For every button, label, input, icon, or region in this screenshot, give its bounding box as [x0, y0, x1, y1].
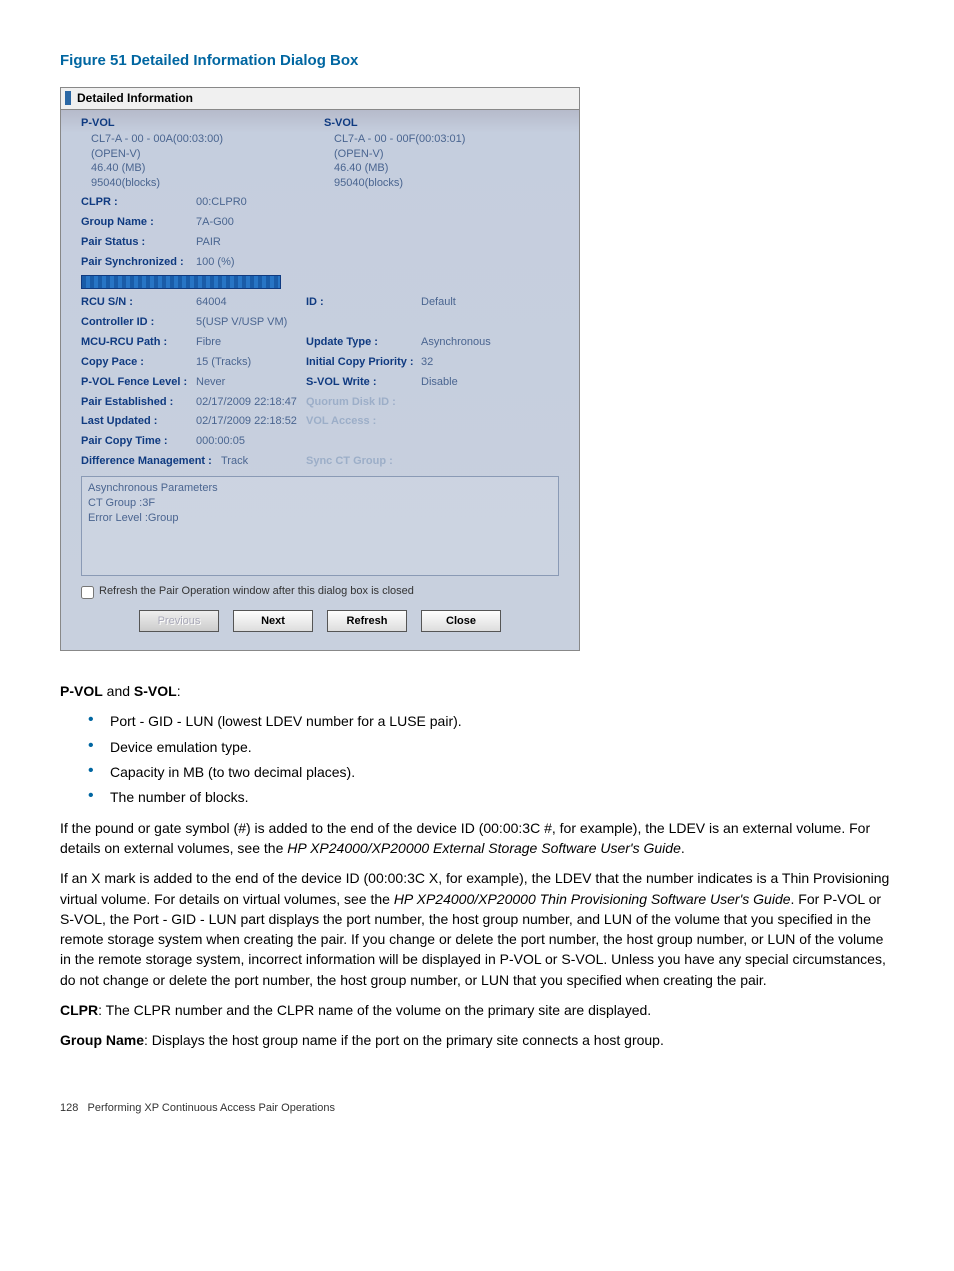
- refresh-checkbox[interactable]: [81, 586, 94, 599]
- title-marker-icon: [65, 91, 71, 105]
- mcu-rcu-path-label: MCU-RCU Path :: [81, 335, 196, 351]
- pvol-bold: P-VOL: [60, 683, 103, 699]
- pvol-and: and: [103, 683, 134, 699]
- svol-line4: 95040(blocks): [324, 176, 559, 191]
- footer-text: Performing XP Continuous Access Pair Ope…: [88, 1102, 335, 1114]
- dialog-content: P-VOL CL7-A - 00 - 00A(00:03:00) (OPEN-V…: [61, 110, 579, 632]
- previous-button: Previous: [139, 610, 219, 632]
- pvol-line2: (OPEN-V): [81, 147, 320, 162]
- controller-id-value: 5(USP V/USP VM): [196, 315, 306, 331]
- async-line1: Asynchronous Parameters: [88, 481, 552, 496]
- pvol-line4: 95040(blocks): [81, 176, 320, 191]
- async-parameters-box: Asynchronous Parameters CT Group :3F Err…: [81, 476, 559, 576]
- quorum-disk-id-label: Quorum Disk ID :: [306, 395, 421, 411]
- close-button[interactable]: Close: [421, 610, 501, 632]
- rcu-sn-value: 64004: [196, 295, 306, 311]
- figure-caption: Figure 51 Detailed Information Dialog Bo…: [60, 50, 894, 72]
- sync-progress-bar: [81, 275, 559, 289]
- group-name-para: Group Name: Displays the host group name…: [60, 1030, 894, 1050]
- async-line2: CT Group :3F: [88, 496, 552, 511]
- pvol-svol-heading: P-VOL and S-VOL:: [60, 681, 894, 701]
- dialog-title: Detailed Information: [77, 90, 193, 107]
- title-bar: Detailed Information: [61, 88, 579, 110]
- para1c: .: [681, 840, 685, 856]
- group-name-value: 7A-G00: [196, 215, 306, 231]
- svol-line2: (OPEN-V): [324, 147, 559, 162]
- initial-copy-priority-value: 32: [421, 355, 511, 371]
- volume-header-row: P-VOL CL7-A - 00 - 00A(00:03:00) (OPEN-V…: [81, 116, 559, 191]
- svol-line3: 46.40 (MB): [324, 161, 559, 176]
- group-name-label: Group Name :: [81, 215, 196, 231]
- para1b-italic: HP XP24000/XP20000 External Storage Soft…: [287, 840, 681, 856]
- pvol-svol-bullets: Port - GID - LUN (lowest LDEV number for…: [84, 711, 894, 807]
- id-label: ID :: [306, 295, 421, 311]
- progress-bar-icon: [81, 275, 281, 289]
- pair-sync-value: 100 (%): [196, 255, 306, 271]
- pair-copy-time-value: 000:00:05: [196, 434, 306, 450]
- sync-ct-group-label: Sync CT Group :: [306, 454, 421, 470]
- mcu-rcu-path-value: Fibre: [196, 335, 306, 351]
- svol-bold: S-VOL: [134, 683, 177, 699]
- list-item: Device emulation type.: [84, 737, 894, 757]
- svol-write-value: Disable: [421, 375, 511, 391]
- pair-sync-label: Pair Synchronized :: [81, 255, 196, 271]
- page-number: 128: [60, 1102, 78, 1114]
- detailed-information-dialog: Detailed Information P-VOL CL7-A - 00 - …: [60, 87, 580, 651]
- last-updated-value: 02/17/2009 22:18:52: [196, 414, 306, 430]
- clpr-label: CLPR :: [81, 195, 196, 211]
- button-row: Previous Next Refresh Close: [81, 610, 559, 632]
- external-volume-para: If the pound or gate symbol (#) is added…: [60, 818, 894, 859]
- async-line3: Error Level :Group: [88, 511, 552, 526]
- next-button[interactable]: Next: [233, 610, 313, 632]
- id-value: Default: [421, 295, 511, 311]
- diff-management-label: Difference Management :: [81, 454, 221, 470]
- copy-pace-value: 15 (Tracks): [196, 355, 306, 371]
- pair-established-label: Pair Established :: [81, 395, 196, 411]
- refresh-button[interactable]: Refresh: [327, 610, 407, 632]
- svol-line1: CL7-A - 00 - 00F(00:03:01): [324, 132, 559, 147]
- group-name-text: : Displays the host group name if the po…: [144, 1032, 664, 1048]
- pair-established-value: 02/17/2009 22:18:47: [196, 395, 306, 411]
- update-type-value: Asynchronous: [421, 335, 511, 351]
- pvol-line3: 46.40 (MB): [81, 161, 320, 176]
- initial-copy-priority-label: Initial Copy Priority :: [306, 355, 421, 371]
- rcu-sn-label: RCU S/N :: [81, 295, 196, 311]
- pair-status-value: PAIR: [196, 235, 306, 251]
- list-item: The number of blocks.: [84, 787, 894, 807]
- pvol-line1: CL7-A - 00 - 00A(00:03:00): [81, 132, 320, 147]
- page-footer: 128 Performing XP Continuous Access Pair…: [60, 1101, 894, 1117]
- svol-label: S-VOL: [324, 116, 559, 132]
- clpr-value: 00:CLPR0: [196, 195, 306, 211]
- controller-id-label: Controller ID :: [81, 315, 196, 331]
- refresh-checkbox-label: Refresh the Pair Operation window after …: [99, 584, 414, 600]
- para2b-italic: HP XP24000/XP20000 Thin Provisioning Sof…: [394, 891, 791, 907]
- list-item: Capacity in MB (to two decimal places).: [84, 762, 894, 782]
- diff-management-value: Track: [221, 454, 306, 470]
- svol-write-label: S-VOL Write :: [306, 375, 421, 391]
- last-updated-label: Last Updated :: [81, 414, 196, 430]
- pair-copy-time-label: Pair Copy Time :: [81, 434, 196, 450]
- thin-provisioning-para: If an X mark is added to the end of the …: [60, 868, 894, 990]
- refresh-checkbox-row[interactable]: Refresh the Pair Operation window after …: [81, 584, 559, 600]
- pvol-fence-level-value: Never: [196, 375, 306, 391]
- clpr-text: : The CLPR number and the CLPR name of t…: [98, 1002, 651, 1018]
- clpr-bold: CLPR: [60, 1002, 98, 1018]
- pair-status-label: Pair Status :: [81, 235, 196, 251]
- clpr-para: CLPR: The CLPR number and the CLPR name …: [60, 1000, 894, 1020]
- pvol-label: P-VOL: [81, 116, 320, 132]
- update-type-label: Update Type :: [306, 335, 421, 351]
- group-name-bold: Group Name: [60, 1032, 144, 1048]
- copy-pace-label: Copy Pace :: [81, 355, 196, 371]
- list-item: Port - GID - LUN (lowest LDEV number for…: [84, 711, 894, 731]
- pvol-colon: :: [177, 683, 181, 699]
- pvol-fence-level-label: P-VOL Fence Level :: [81, 375, 196, 391]
- vol-access-label: VOL Access :: [306, 414, 421, 430]
